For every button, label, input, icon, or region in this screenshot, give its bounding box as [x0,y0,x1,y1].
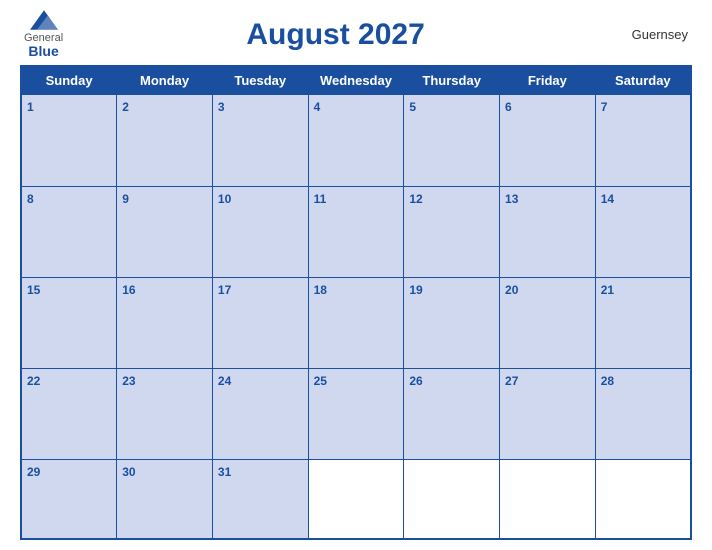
calendar-cell: 8 [21,186,117,277]
calendar-cell: 26 [404,369,500,460]
calendar-cell: 11 [308,186,404,277]
logo-blue-text: Blue [28,44,58,59]
col-thursday: Thursday [404,66,500,95]
calendar-cell: 20 [500,277,596,368]
col-monday: Monday [117,66,213,95]
day-number: 4 [314,100,321,114]
col-wednesday: Wednesday [308,66,404,95]
calendar-cell: 24 [212,369,308,460]
day-number: 19 [409,283,422,297]
day-number: 15 [27,283,40,297]
day-number: 3 [218,100,225,114]
calendar-cell [500,460,596,539]
day-number: 8 [27,192,34,206]
day-number: 9 [122,192,129,206]
calendar-cell: 10 [212,186,308,277]
calendar-header: General Blue August 2027 Guernsey [20,10,692,59]
day-number: 23 [122,374,135,388]
day-number: 22 [27,374,40,388]
calendar-cell: 13 [500,186,596,277]
day-number: 6 [505,100,512,114]
day-number: 1 [27,100,34,114]
calendar-cell: 16 [117,277,213,368]
day-number: 7 [601,100,608,114]
day-number: 28 [601,374,614,388]
calendar-cell [404,460,500,539]
day-number: 16 [122,283,135,297]
calendar-cell: 12 [404,186,500,277]
col-friday: Friday [500,66,596,95]
logo: General Blue [24,10,63,59]
day-number: 17 [218,283,231,297]
col-sunday: Sunday [21,66,117,95]
day-number: 20 [505,283,518,297]
day-number: 13 [505,192,518,206]
day-number: 5 [409,100,416,114]
calendar-cell: 21 [595,277,691,368]
calendar-cell: 2 [117,95,213,186]
calendar-cell: 15 [21,277,117,368]
day-number: 10 [218,192,231,206]
day-number: 2 [122,100,129,114]
calendar-cell: 25 [308,369,404,460]
calendar-cell: 17 [212,277,308,368]
day-number: 21 [601,283,614,297]
calendar-cell: 5 [404,95,500,186]
calendar-cell: 19 [404,277,500,368]
calendar-header-row: Sunday Monday Tuesday Wednesday Thursday… [21,66,691,95]
calendar-cell: 9 [117,186,213,277]
day-number: 29 [27,465,40,479]
day-number: 18 [314,283,327,297]
calendar-cell [308,460,404,539]
calendar-cell [595,460,691,539]
calendar-cell: 22 [21,369,117,460]
calendar-cell: 7 [595,95,691,186]
day-number: 24 [218,374,231,388]
calendar-row-2: 8 9 10 11 12 13 14 [21,186,691,277]
calendar-cell: 4 [308,95,404,186]
col-saturday: Saturday [595,66,691,95]
calendar-row-4: 22 23 24 25 26 27 28 [21,369,691,460]
day-number: 26 [409,374,422,388]
calendar-cell: 18 [308,277,404,368]
calendar-row-5: 29 30 31 [21,460,691,539]
calendar-cell: 30 [117,460,213,539]
calendar-table: Sunday Monday Tuesday Wednesday Thursday… [20,65,692,540]
logo-icon [30,10,58,30]
calendar-cell: 14 [595,186,691,277]
day-number: 30 [122,465,135,479]
calendar-cell: 29 [21,460,117,539]
calendar-cell: 31 [212,460,308,539]
day-number: 14 [601,192,614,206]
day-number: 27 [505,374,518,388]
month-title: August 2027 [63,18,608,52]
calendar-cell: 6 [500,95,596,186]
calendar-cell: 28 [595,369,691,460]
day-number: 11 [314,192,327,206]
calendar-row-1: 1 2 3 4 5 6 7 [21,95,691,186]
calendar-cell: 1 [21,95,117,186]
day-number: 12 [409,192,422,206]
calendar-row-3: 15 16 17 18 19 20 21 [21,277,691,368]
col-tuesday: Tuesday [212,66,308,95]
region-label: Guernsey [608,27,688,42]
calendar-cell: 23 [117,369,213,460]
calendar-cell: 3 [212,95,308,186]
day-number: 25 [314,374,327,388]
calendar-cell: 27 [500,369,596,460]
day-number: 31 [218,465,231,479]
